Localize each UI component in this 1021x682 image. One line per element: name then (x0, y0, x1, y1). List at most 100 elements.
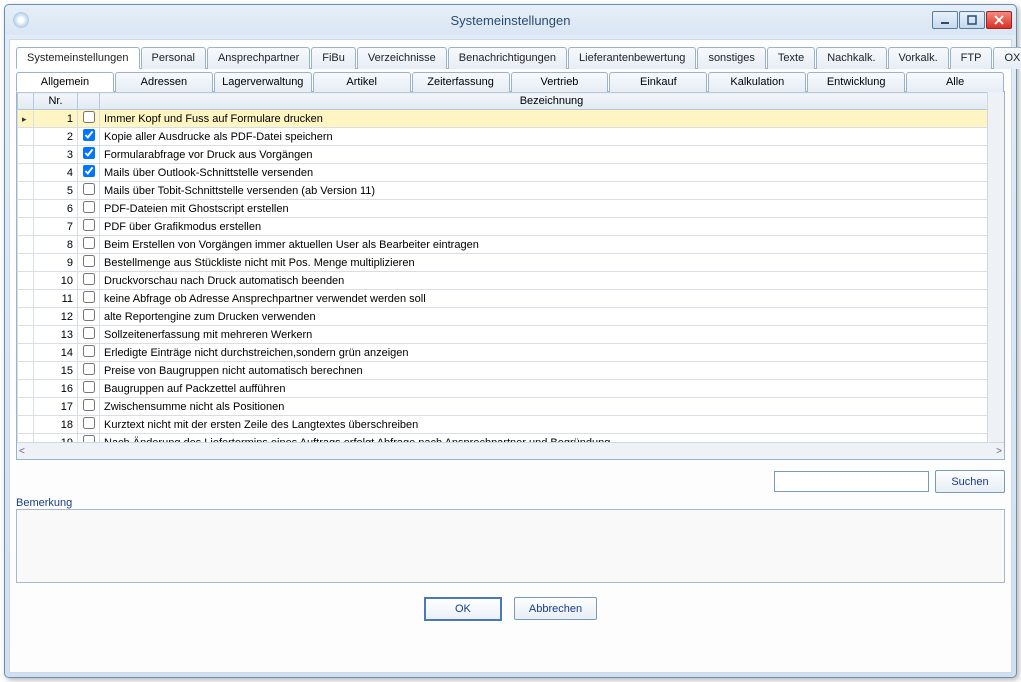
tab-ansprechpartner[interactable]: Ansprechpartner (207, 47, 310, 69)
cell-description: Preise von Baugruppen nicht automatisch … (100, 362, 1004, 380)
remark-label: Bemerkung (16, 497, 1005, 509)
row-marker (18, 344, 34, 362)
cell-description: PDF-Dateien mit Ghostscript erstellen (100, 200, 1004, 218)
row-marker (18, 110, 34, 128)
search-input[interactable] (774, 471, 929, 492)
vertical-scrollbar[interactable] (987, 92, 1004, 442)
tab-ftp[interactable]: FTP (950, 47, 993, 69)
row-checkbox[interactable] (83, 381, 95, 393)
table-row[interactable]: 11keine Abfrage ob Adresse Ansprechpartn… (18, 290, 1004, 308)
row-checkbox[interactable] (83, 417, 95, 429)
row-checkbox[interactable] (83, 435, 95, 442)
subtab-vertrieb[interactable]: Vertrieb (511, 72, 609, 92)
cell-checkbox (78, 416, 100, 434)
table-row[interactable]: 5Mails über Tobit-Schnittstelle versende… (18, 182, 1004, 200)
cell-description: Zwischensumme nicht als Positionen (100, 398, 1004, 416)
tab-sonstiges[interactable]: sonstiges (697, 47, 765, 69)
table-row[interactable]: 1Immer Kopf und Fuss auf Formulare druck… (18, 110, 1004, 128)
cell-description: Baugruppen auf Packzettel aufführen (100, 380, 1004, 398)
header-description[interactable]: Bezeichnung (100, 93, 1004, 110)
row-checkbox[interactable] (83, 183, 95, 195)
row-checkbox[interactable] (83, 291, 95, 303)
tab-lieferantenbewertung[interactable]: Lieferantenbewertung (568, 47, 696, 69)
tab-systemeinstellungen[interactable]: Systemeinstellungen (16, 47, 140, 69)
horizontal-scrollbar[interactable]: < > (17, 442, 1004, 459)
ok-button[interactable]: OK (424, 597, 502, 621)
table-row[interactable]: 4Mails über Outlook-Schnittstelle versen… (18, 164, 1004, 182)
table-row[interactable]: 8Beim Erstellen von Vorgängen immer aktu… (18, 236, 1004, 254)
table-row[interactable]: 6PDF-Dateien mit Ghostscript erstellen (18, 200, 1004, 218)
cell-nr: 3 (34, 146, 78, 164)
tab-fibu[interactable]: FiBu (311, 47, 356, 69)
close-button[interactable] (986, 11, 1012, 29)
cell-description: Kurztext nicht mit der ersten Zeile des … (100, 416, 1004, 434)
row-checkbox[interactable] (83, 219, 95, 231)
row-checkbox[interactable] (83, 201, 95, 213)
row-checkbox[interactable] (83, 309, 95, 321)
table-row[interactable]: 7PDF über Grafikmodus erstellen (18, 218, 1004, 236)
row-checkbox[interactable] (83, 111, 95, 123)
row-checkbox[interactable] (83, 399, 95, 411)
cell-checkbox (78, 182, 100, 200)
titlebar: Systemeinstellungen (5, 5, 1016, 35)
row-checkbox[interactable] (83, 165, 95, 177)
table-row[interactable]: 19Nach Änderung des Liefertermins eines … (18, 434, 1004, 443)
scroll-right-icon[interactable]: > (996, 446, 1002, 457)
row-checkbox[interactable] (83, 129, 95, 141)
table-row[interactable]: 14Erledigte Einträge nicht durchstreiche… (18, 344, 1004, 362)
cell-nr: 4 (34, 164, 78, 182)
table-row[interactable]: 9Bestellmenge aus Stückliste nicht mit P… (18, 254, 1004, 272)
row-checkbox[interactable] (83, 237, 95, 249)
row-checkbox[interactable] (83, 327, 95, 339)
tab-texte[interactable]: Texte (767, 47, 815, 69)
row-checkbox[interactable] (83, 273, 95, 285)
tab-verzeichnisse[interactable]: Verzeichnisse (357, 47, 447, 69)
cell-nr: 9 (34, 254, 78, 272)
search-button[interactable]: Suchen (935, 470, 1005, 493)
cell-nr: 15 (34, 362, 78, 380)
row-checkbox[interactable] (83, 345, 95, 357)
minimize-button[interactable] (932, 11, 958, 29)
cell-checkbox (78, 398, 100, 416)
subtab-entwicklung[interactable]: Entwicklung (807, 72, 905, 92)
table-row[interactable]: 16Baugruppen auf Packzettel aufführen (18, 380, 1004, 398)
row-marker (18, 398, 34, 416)
cell-description: Beim Erstellen von Vorgängen immer aktue… (100, 236, 1004, 254)
subtab-zeiterfassung[interactable]: Zeiterfassung (412, 72, 510, 92)
secondary-tabstrip: AllgemeinAdressenLagerverwaltungArtikelZ… (16, 71, 1005, 92)
cell-description: Formularabfrage vor Druck aus Vorgängen (100, 146, 1004, 164)
maximize-button[interactable] (959, 11, 985, 29)
table-row[interactable]: 12alte Reportengine zum Drucken verwende… (18, 308, 1004, 326)
subtab-allgemein[interactable]: Allgemein (16, 72, 114, 92)
table-row[interactable]: 18Kurztext nicht mit der ersten Zeile de… (18, 416, 1004, 434)
table-row[interactable]: 13Sollzeitenerfassung mit mehreren Werke… (18, 326, 1004, 344)
remark-textarea[interactable] (16, 509, 1005, 583)
subtab-alle[interactable]: Alle (906, 72, 1004, 92)
tab-benachrichtigungen[interactable]: Benachrichtigungen (448, 47, 567, 69)
cell-description: Immer Kopf und Fuss auf Formulare drucke… (100, 110, 1004, 128)
table-row[interactable]: 10Druckvorschau nach Druck automatisch b… (18, 272, 1004, 290)
row-checkbox[interactable] (83, 363, 95, 375)
table-row[interactable]: 3 Formularabfrage vor Druck aus Vorgängen (18, 146, 1004, 164)
subtab-einkauf[interactable]: Einkauf (609, 72, 707, 92)
subtab-artikel[interactable]: Artikel (313, 72, 411, 92)
row-marker (18, 182, 34, 200)
row-checkbox[interactable] (83, 255, 95, 267)
table-row[interactable]: 17Zwischensumme nicht als Positionen (18, 398, 1004, 416)
row-checkbox[interactable] (83, 147, 95, 159)
subtab-lagerverwaltung[interactable]: Lagerverwaltung (214, 72, 312, 92)
cancel-button[interactable]: Abbrechen (514, 597, 597, 620)
subtab-adressen[interactable]: Adressen (115, 72, 213, 92)
table-row[interactable]: 2Kopie aller Ausdrucke als PDF-Datei spe… (18, 128, 1004, 146)
tab-vorkalk-[interactable]: Vorkalk. (888, 47, 949, 69)
settings-grid: Nr. Bezeichnung 1Immer Kopf und Fuss auf… (16, 92, 1005, 460)
cell-checkbox (78, 272, 100, 290)
tab-oxid[interactable]: OXID (993, 47, 1021, 69)
scroll-left-icon[interactable]: < (19, 446, 25, 457)
header-nr[interactable]: Nr. (34, 93, 78, 110)
row-marker (18, 146, 34, 164)
tab-personal[interactable]: Personal (141, 47, 206, 69)
subtab-kalkulation[interactable]: Kalkulation (708, 72, 806, 92)
table-row[interactable]: 15 Preise von Baugruppen nicht automatisc… (18, 362, 1004, 380)
tab-nachkalk-[interactable]: Nachkalk. (816, 47, 886, 69)
